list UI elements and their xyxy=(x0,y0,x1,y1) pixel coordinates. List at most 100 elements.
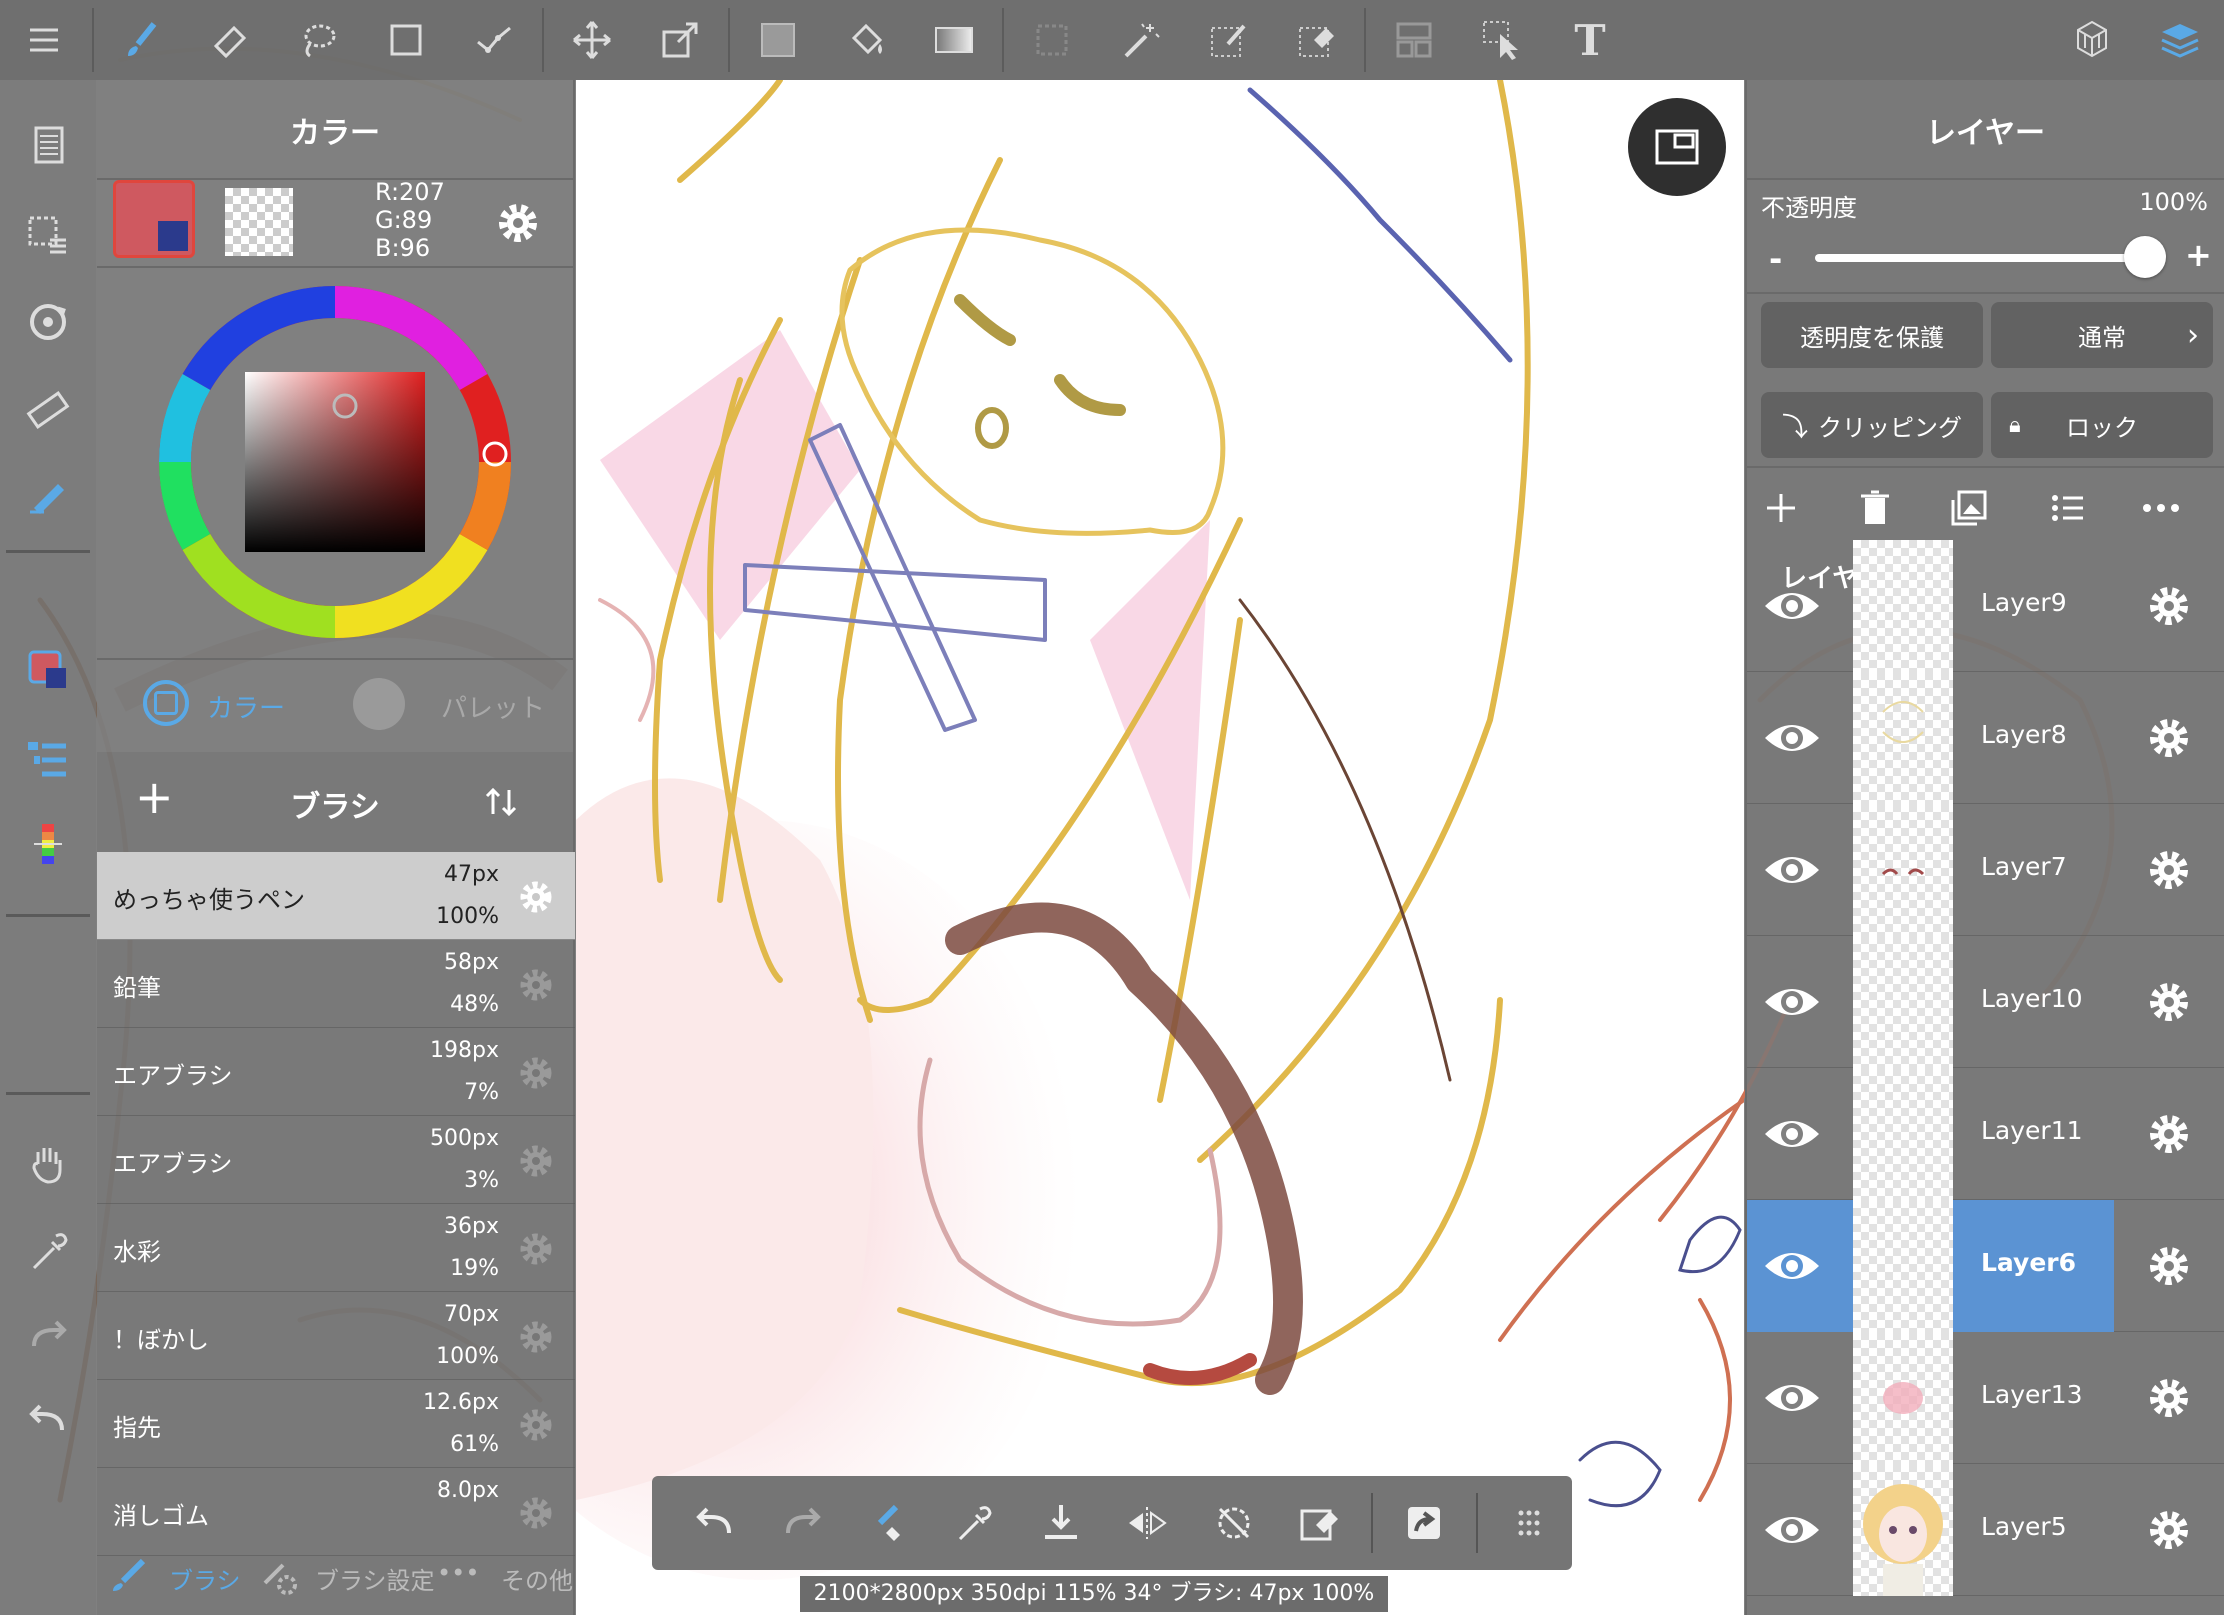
layer-item[interactable]: Layer10 xyxy=(1747,936,2224,1068)
brush-panel-toggle-icon[interactable] xyxy=(18,730,78,790)
layer-item[interactable]: Layer6 xyxy=(1747,1200,2224,1332)
lock-button[interactable]: 🔒︎ ロック xyxy=(1991,392,2213,458)
protect-alpha-button[interactable]: 透明度を保護 xyxy=(1761,302,1983,368)
brush-item[interactable]: エアブラシ 500px 3% xyxy=(97,1116,575,1204)
tab-more[interactable]: その他 xyxy=(501,1561,573,1596)
color-tab-icon[interactable] xyxy=(143,680,189,726)
hand-tool-icon[interactable] xyxy=(18,1134,78,1194)
text-tool-icon[interactable]: T xyxy=(1546,0,1634,80)
brush-item[interactable]: 水彩 36px 19% xyxy=(97,1204,575,1292)
brush-tool-icon[interactable] xyxy=(98,0,186,80)
brush-item[interactable]: 指先 12.6px 61% xyxy=(97,1380,575,1468)
tab-color[interactable]: カラー xyxy=(207,688,285,725)
blend-mode-button[interactable]: 通常 › xyxy=(1991,302,2213,368)
brush-tab-icon[interactable] xyxy=(109,1555,149,1595)
brush-settings-gear-icon[interactable] xyxy=(515,964,557,1006)
brush-settings-gear-icon[interactable] xyxy=(515,1140,557,1182)
undo-icon[interactable] xyxy=(672,1476,758,1570)
add-layer-icon[interactable] xyxy=(1759,486,1803,530)
layers-toggle-icon[interactable] xyxy=(2136,0,2224,80)
brush-settings-gear-icon[interactable] xyxy=(515,1492,557,1534)
clear-layer-icon[interactable] xyxy=(1277,1476,1363,1570)
layer-settings-gear-icon[interactable] xyxy=(2143,844,2195,896)
color-wheel[interactable] xyxy=(155,282,515,642)
menu-icon[interactable] xyxy=(0,0,88,80)
layer-settings-gear-icon[interactable] xyxy=(2143,976,2195,1028)
rectangle-shape-icon[interactable] xyxy=(362,0,450,80)
opacity-slider-knob[interactable] xyxy=(2124,236,2166,278)
layer-settings-gear-icon[interactable] xyxy=(2143,1372,2195,1424)
layer-item[interactable]: Layer5 xyxy=(1747,1464,2224,1596)
duplicate-layer-icon[interactable] xyxy=(1947,486,1991,530)
layer-visibility-eye-icon[interactable] xyxy=(1761,1504,1823,1556)
flip-horizontal-icon[interactable] xyxy=(1104,1476,1190,1570)
opacity-decrease-button[interactable]: - xyxy=(1769,240,1782,278)
layer-item[interactable]: Layer13 xyxy=(1747,1332,2224,1464)
redo-icon[interactable] xyxy=(758,1476,844,1570)
background-color-swatch[interactable] xyxy=(225,188,293,256)
opacity-increase-button[interactable]: + xyxy=(2185,236,2212,274)
brush-item[interactable]: エアブラシ 198px 7% xyxy=(97,1028,575,1116)
rotate-reset-icon[interactable] xyxy=(1190,1476,1276,1570)
move-tool-icon[interactable] xyxy=(548,0,636,80)
more-dots-icon[interactable]: ••• xyxy=(437,1559,479,1587)
layer-list-icon[interactable] xyxy=(2045,486,2089,530)
brush-item[interactable]: 鉛筆 58px 48% xyxy=(97,940,575,1028)
foreground-color-swatch[interactable] xyxy=(113,180,195,258)
more-options-icon[interactable] xyxy=(2139,486,2183,530)
layer-visibility-eye-icon[interactable] xyxy=(1761,1240,1823,1292)
layer-item[interactable]: Layer8 xyxy=(1747,672,2224,804)
fill-rect-icon[interactable] xyxy=(734,0,822,80)
color-settings-gear-icon[interactable] xyxy=(491,196,545,250)
selection-layer-icon[interactable] xyxy=(18,204,78,264)
sort-brushes-icon[interactable] xyxy=(481,782,521,822)
brush-settings-gear-icon[interactable] xyxy=(515,1228,557,1270)
layer-visibility-eye-icon[interactable] xyxy=(1761,844,1823,896)
share-export-icon[interactable] xyxy=(1381,1476,1467,1570)
layer-item[interactable]: Layer7 xyxy=(1747,804,2224,936)
layer-item[interactable]: Layer9 xyxy=(1747,540,2224,672)
color-panel-toggle-icon[interactable] xyxy=(18,640,78,700)
layer-visibility-eye-icon[interactable] xyxy=(1761,976,1823,1028)
gradient-icon[interactable] xyxy=(910,0,998,80)
layer-settings-gear-icon[interactable] xyxy=(2143,1504,2195,1556)
select-rect-icon[interactable] xyxy=(1008,0,1096,80)
drag-handle-icon[interactable] xyxy=(1486,1476,1572,1570)
brush-item[interactable]: めっちゃ使うペン 47px 100% xyxy=(97,852,575,940)
brush-eraser-swap-icon[interactable] xyxy=(845,1476,931,1570)
snap-pen-icon[interactable] xyxy=(18,464,78,524)
redo-icon[interactable] xyxy=(18,1306,78,1366)
layer-visibility-eye-icon[interactable] xyxy=(1761,1372,1823,1424)
layer-visibility-eye-icon[interactable] xyxy=(1761,1108,1823,1160)
layer-settings-gear-icon[interactable] xyxy=(2143,580,2195,632)
brush-settings-gear-icon[interactable] xyxy=(515,1316,557,1358)
canvas-view-toggle-button[interactable] xyxy=(1628,98,1726,196)
opacity-slider-track[interactable] xyxy=(1815,254,2145,262)
lasso-select-icon[interactable] xyxy=(274,0,362,80)
tab-brush-settings[interactable]: ブラシ設定 xyxy=(315,1561,435,1596)
operation-tool-icon[interactable] xyxy=(1458,0,1546,80)
clipping-button[interactable]: ⤵ クリッピング xyxy=(1761,392,1983,458)
save-download-icon[interactable] xyxy=(1018,1476,1104,1570)
3d-material-icon[interactable] xyxy=(2048,0,2136,80)
brush-settings-gear-icon[interactable] xyxy=(515,1052,557,1094)
brush-settings-gear-icon[interactable] xyxy=(515,876,557,918)
layer-visibility-eye-icon[interactable] xyxy=(1761,580,1823,632)
transform-tool-icon[interactable] xyxy=(636,0,724,80)
eyedropper-icon[interactable] xyxy=(18,1222,78,1282)
ruler-icon[interactable] xyxy=(18,380,78,440)
pen-path-icon[interactable] xyxy=(450,0,538,80)
layer-visibility-eye-icon[interactable] xyxy=(1761,712,1823,764)
brush-settings-tab-icon[interactable] xyxy=(257,1553,303,1599)
brush-settings-gear-icon[interactable] xyxy=(515,1404,557,1446)
frame-divider-icon[interactable] xyxy=(1370,0,1458,80)
layer-settings-gear-icon[interactable] xyxy=(2143,712,2195,764)
select-eraser-icon[interactable] xyxy=(1272,0,1360,80)
bucket-fill-icon[interactable] xyxy=(822,0,910,80)
color-bar-icon[interactable] xyxy=(18,814,78,874)
magic-wand-icon[interactable] xyxy=(1096,0,1184,80)
delete-layer-icon[interactable] xyxy=(1853,486,1897,530)
page-manager-icon[interactable] xyxy=(18,116,78,176)
rotate-canvas-icon[interactable] xyxy=(18,292,78,352)
layer-item[interactable]: Layer11 xyxy=(1747,1068,2224,1200)
